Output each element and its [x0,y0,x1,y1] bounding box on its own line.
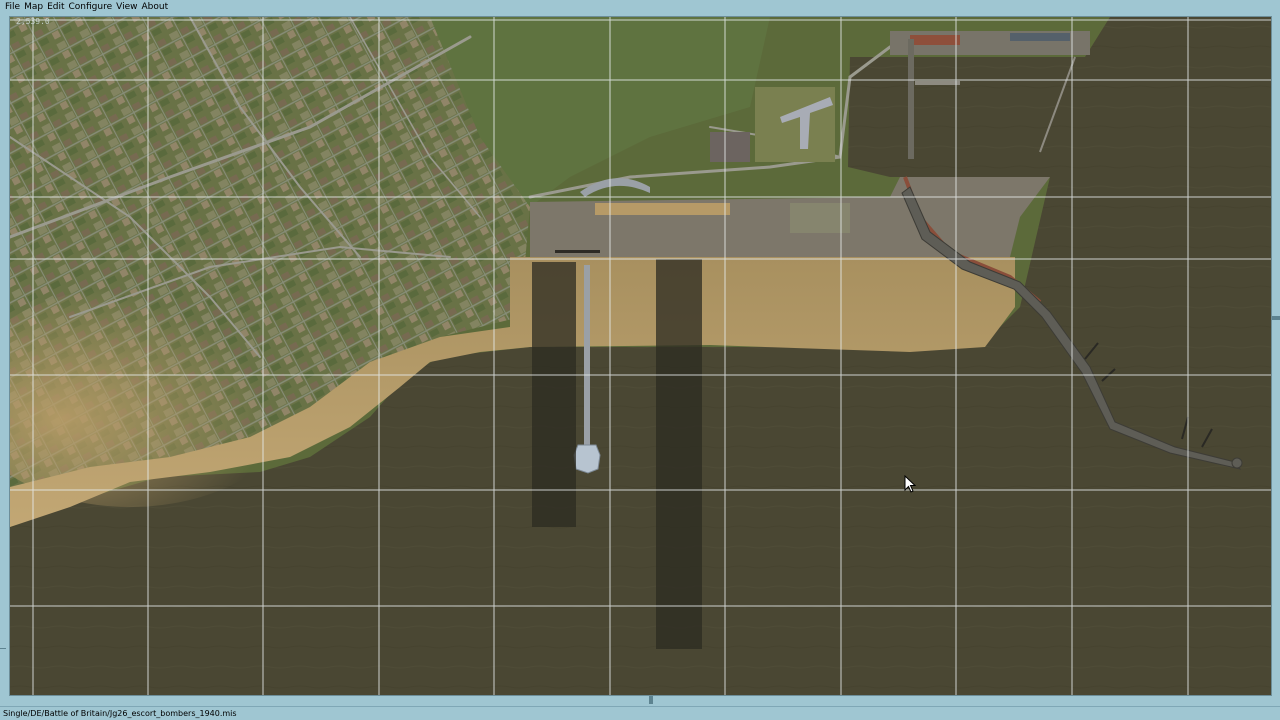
left-edge-marker [0,648,6,649]
shadow-block-left [532,262,576,527]
apron-sand-strip [595,203,730,215]
menu-bar: File Map Edit Configure View About [0,0,1280,14]
menu-edit[interactable]: Edit [45,0,66,14]
map-coords-readout: 2,539.0 [16,17,50,26]
menu-view[interactable]: View [114,0,139,14]
menu-file[interactable]: File [3,0,22,14]
long-jetty [584,265,590,445]
vertical-scroll-thumb[interactable] [1272,316,1280,320]
status-bar: Single/DE/Battle of Britain/Jg26_escort_… [0,706,1280,720]
map-editor-window: File Map Edit Configure View About 2,539… [0,0,1280,720]
menu-map[interactable]: Map [22,0,45,14]
shadow-block-right [656,259,702,649]
horizontal-scroll-thumb[interactable] [649,696,653,704]
jetty-platform [573,444,601,474]
quay-marking [555,250,600,253]
map-viewport[interactable]: 2,539.0 [9,16,1272,696]
menu-configure[interactable]: Configure [67,0,115,14]
horizontal-scrollbar[interactable] [9,696,1272,704]
pier-head [1231,457,1243,469]
map-canvas[interactable] [10,17,1272,696]
vertical-scrollbar[interactable] [1272,16,1280,696]
mission-file-path: Single/DE/Battle of Britain/Jg26_escort_… [3,709,237,718]
menu-about[interactable]: About [139,0,170,14]
